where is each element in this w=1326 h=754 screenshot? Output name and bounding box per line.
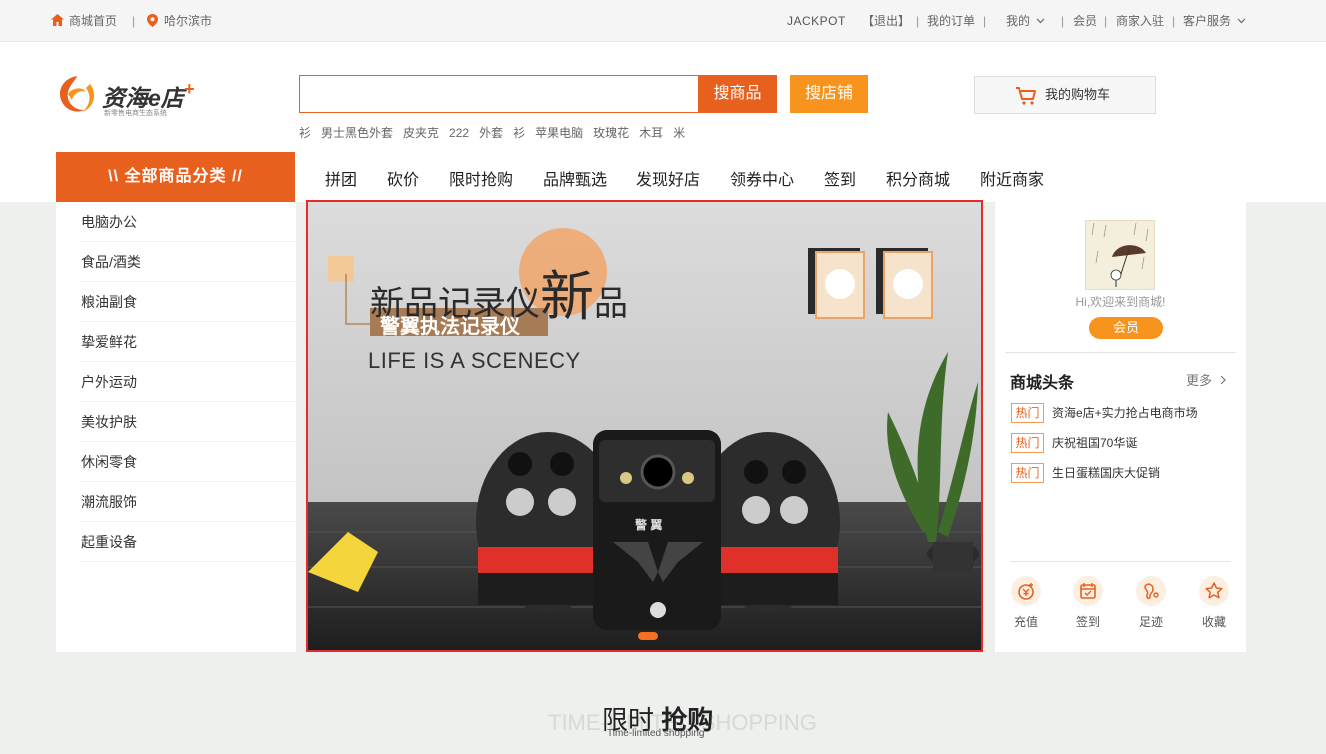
- category-item[interactable]: 休闲零食: [81, 442, 295, 482]
- hot-search-word[interactable]: 木耳: [639, 126, 663, 140]
- merchant-join-link[interactable]: 商家入驻: [1116, 13, 1164, 29]
- avatar[interactable]: [1085, 220, 1155, 290]
- device-brand-label: 警 翼: [635, 518, 663, 532]
- home-icon: [51, 14, 64, 26]
- shopping-cart-icon: [1016, 87, 1036, 105]
- top-bar: 商城首页 | 哈尔滨市 JACKPOT 【退出】 | 我的订单 | 我的 | 会…: [0, 0, 1326, 42]
- news-text: 资海e店+实力抢占电商市场: [1052, 406, 1198, 420]
- hot-search-word[interactable]: 米: [673, 126, 685, 140]
- search-shop-button[interactable]: 搜店铺: [790, 75, 868, 113]
- hot-search-word[interactable]: 衫: [513, 126, 525, 140]
- logo-mark-icon: [59, 76, 95, 112]
- username[interactable]: JACKPOT: [787, 13, 846, 29]
- all-categories-button[interactable]: \\ 全部商品分类 //: [56, 152, 295, 202]
- chevron-right-icon: [1220, 375, 1226, 385]
- nav-item[interactable]: 附近商家: [980, 166, 1044, 190]
- hot-search-word[interactable]: 玫瑰花: [593, 126, 629, 140]
- nav-item[interactable]: 积分商城: [886, 166, 950, 190]
- separator: |: [983, 14, 987, 28]
- nav-item[interactable]: 发现好店: [636, 166, 700, 190]
- hot-search-word[interactable]: 外套: [479, 126, 503, 140]
- separator: |: [1061, 14, 1065, 28]
- banner-slogan: LIFE IS A SCENECY: [368, 348, 581, 373]
- quick-action-calendar-check[interactable]: 签到: [1068, 576, 1108, 630]
- search-box: [299, 75, 699, 113]
- category-item[interactable]: 美妆护肤: [81, 402, 295, 442]
- avatar-illustration: [1091, 222, 1149, 287]
- chevron-down-icon: [1237, 18, 1246, 24]
- separator: |: [1172, 14, 1176, 28]
- logout-link[interactable]: 【退出】: [862, 13, 910, 29]
- search-goods-button[interactable]: 搜商品: [698, 75, 777, 113]
- hot-search-word[interactable]: 男士黑色外套: [321, 126, 393, 140]
- user-panel: Hi,欢迎来到商城! 会员 商城头条 更多 热门 资海e店+实力抢占电商市场 热门庆…: [995, 202, 1246, 652]
- recharge-icon: [1011, 576, 1041, 606]
- quick-action-label: 充值: [1013, 615, 1038, 629]
- quick-action-label: 足迹: [1138, 615, 1163, 629]
- hot-badge: 热门: [1011, 433, 1044, 453]
- nav-item[interactable]: 品牌甄选: [543, 166, 607, 190]
- banner-tag: 警翼执法记录仪: [380, 316, 520, 338]
- chevron-down-icon: [1036, 18, 1045, 24]
- category-item[interactable]: 粮油副食: [81, 282, 295, 322]
- search-input[interactable]: [300, 76, 699, 112]
- hero-banner[interactable]: 新品记录仪新品 警翼执法记录仪 LIFE IS A SCENECY 警 翼: [306, 200, 983, 652]
- category-item[interactable]: 户外运动: [81, 362, 295, 402]
- hot-search-word[interactable]: 苹果电脑: [535, 126, 583, 140]
- hot-search-word[interactable]: 衫: [299, 126, 311, 140]
- news-heading: 商城头条: [1010, 375, 1075, 392]
- news-item[interactable]: 热门 生日蛋糕国庆大促销: [1011, 463, 1160, 483]
- news-more-link[interactable]: 更多: [1186, 370, 1226, 389]
- quick-action-footprint[interactable]: 足迹: [1131, 576, 1171, 630]
- flash-sale-section: TIME-LIMITED SHOPPING 限时 抢购 Time-limited…: [56, 652, 1246, 754]
- quick-action-recharge[interactable]: 充值: [1006, 576, 1046, 630]
- nav-item[interactable]: 限时抢购: [449, 166, 513, 190]
- logo-slogan: 新零售电商生态系统: [104, 110, 167, 117]
- separator: |: [1104, 14, 1108, 28]
- member-button[interactable]: 会员: [1089, 317, 1163, 339]
- welcome-text: Hi,欢迎来到商城!: [1075, 295, 1166, 309]
- category-item[interactable]: 挚爱鲜花: [81, 322, 295, 362]
- customer-service-dropdown[interactable]: 客户服务: [1183, 13, 1246, 29]
- star-icon: [1199, 576, 1229, 606]
- flash-sale-subtitle: Time-limited shopping: [607, 728, 705, 739]
- quick-action-star[interactable]: 收藏: [1194, 576, 1234, 630]
- hot-badge: 热门: [1011, 463, 1044, 483]
- divider: [1010, 561, 1231, 562]
- hot-search-words: 衫男士黑色外套 皮夹克 222 外套衫苹果电脑 玫瑰花 木耳米: [299, 124, 695, 141]
- footprint-icon: [1136, 576, 1166, 606]
- separator: |: [916, 14, 920, 28]
- quick-action-label: 签到: [1075, 615, 1100, 629]
- my-account-dropdown[interactable]: 我的: [1006, 13, 1045, 29]
- separator: |: [132, 14, 136, 28]
- category-sidebar: 电脑办公 食品/酒类 粮油副食 挚爱鲜花 户外运动 美妆护肤 休闲零食 潮流服饰 起重设备: [56, 202, 296, 652]
- category-item[interactable]: 起重设备: [81, 522, 295, 562]
- hot-search-word[interactable]: 皮夹克: [403, 126, 439, 140]
- news-text: 庆祝祖国70华诞: [1052, 436, 1138, 450]
- hot-search-word[interactable]: 222: [449, 126, 469, 140]
- nav-item[interactable]: 砍价: [387, 166, 419, 190]
- nav-item[interactable]: 领券中心: [730, 166, 794, 190]
- site-logo[interactable]: 资海e店+ 新零售电商生态系统: [54, 70, 214, 120]
- calendar-check-icon: [1073, 576, 1103, 606]
- nav-item[interactable]: 拼团: [325, 166, 357, 190]
- my-orders-link[interactable]: 我的订单: [927, 13, 975, 29]
- hot-badge: 热门: [1011, 403, 1044, 423]
- home-link[interactable]: 商城首页: [51, 13, 117, 29]
- city-selector[interactable]: 哈尔滨市: [147, 13, 212, 29]
- news-item[interactable]: 热门 庆祝祖国70华诞: [1011, 433, 1137, 453]
- news-item[interactable]: 热门 资海e店+实力抢占电商市场: [1011, 403, 1198, 423]
- cart-label: 我的购物车: [1045, 87, 1111, 102]
- category-item[interactable]: 潮流服饰: [81, 482, 295, 522]
- cart-button[interactable]: 我的购物车: [974, 76, 1156, 114]
- news-text: 生日蛋糕国庆大促销: [1052, 466, 1161, 480]
- category-item[interactable]: 食品/酒类: [81, 242, 295, 282]
- member-link[interactable]: 会员: [1073, 13, 1097, 29]
- category-item[interactable]: 电脑办公: [81, 202, 295, 242]
- divider: [1005, 352, 1236, 353]
- quick-action-label: 收藏: [1201, 615, 1226, 629]
- location-pin-icon: [147, 14, 158, 27]
- nav-item[interactable]: 签到: [824, 166, 856, 190]
